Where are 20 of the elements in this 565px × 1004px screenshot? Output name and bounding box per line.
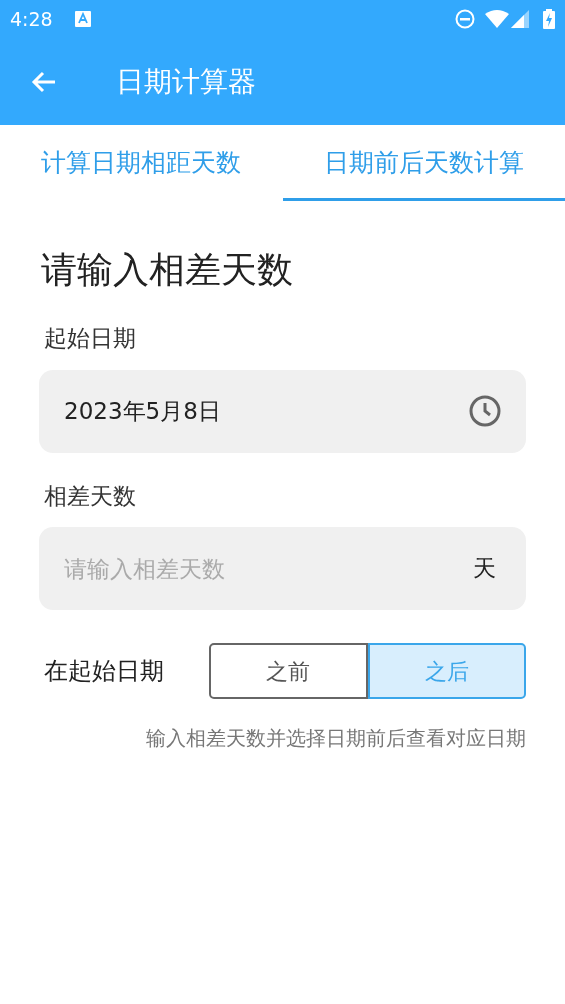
tab[interactable]: 计算日期相距天数 [0, 125, 283, 201]
segment-option[interactable]: 之前 [209, 643, 368, 699]
signal-icon [511, 10, 529, 28]
back-arrow-icon [31, 69, 57, 94]
app-title: 日期计算器 [116, 63, 256, 100]
battery-icon [543, 9, 555, 29]
do-not-disturb-icon [455, 9, 475, 29]
status-time: 4:28 [10, 6, 53, 32]
unit-label: 天 [473, 554, 496, 583]
date-field[interactable]: 2023年5月8日 [39, 369, 526, 453]
clock-icon [469, 395, 501, 427]
font-icon [74, 11, 91, 27]
tab[interactable]: 日期前后天数计算 [282, 125, 565, 201]
field-label: 相差天数 [44, 481, 137, 511]
section-heading: 请输入相差天数 [41, 248, 294, 292]
direction-label: 在起始日期 [44, 656, 165, 687]
wifi-icon [485, 10, 509, 28]
segment-option[interactable]: 之后 [367, 643, 526, 699]
field-label: 起始日期 [44, 324, 137, 353]
hint-text: 输入相差天数并选择日期前后查看对应日期 [145, 725, 526, 752]
